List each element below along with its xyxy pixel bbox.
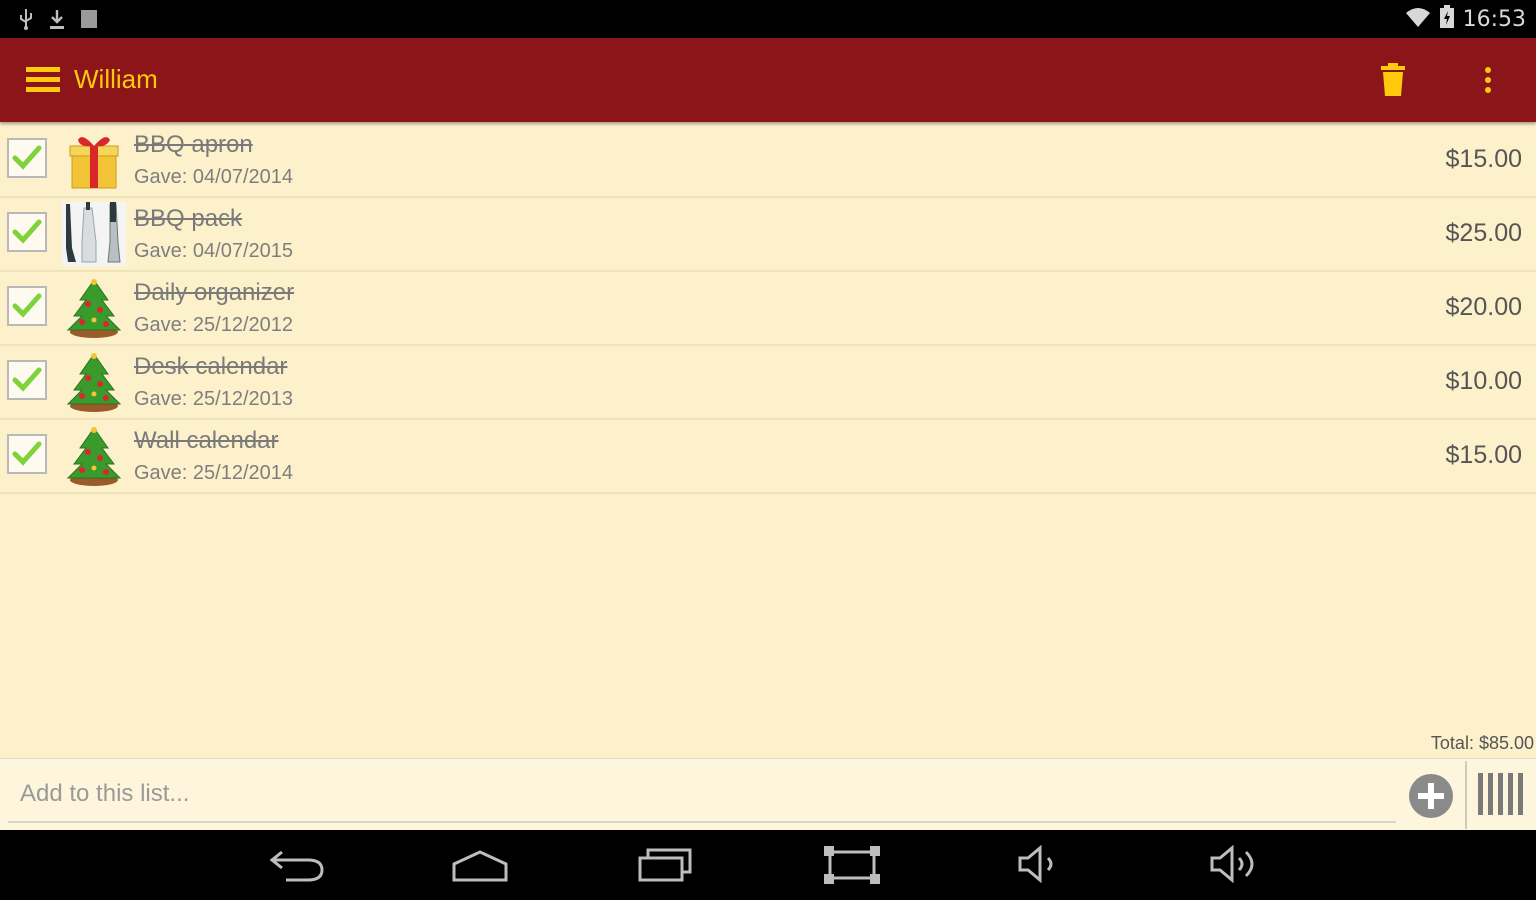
volume-up-icon[interactable] xyxy=(1206,844,1266,884)
battery-icon xyxy=(1439,5,1455,34)
back-icon[interactable] xyxy=(268,844,328,884)
recents-icon[interactable] xyxy=(636,844,696,884)
checkbox[interactable] xyxy=(7,138,47,178)
bbq-tools-photo xyxy=(62,202,126,266)
list-item[interactable]: BBQ apron Gave: 04/07/2014 $15.00 xyxy=(0,124,1536,198)
item-name: BBQ pack xyxy=(134,205,243,232)
app-bar: William xyxy=(0,38,1536,122)
item-name: Daily organizer xyxy=(134,279,295,306)
list-item[interactable]: Daily organizer Gave: 25/12/2012 $20.00 xyxy=(0,272,1536,346)
item-gave-date: Gave: 25/12/2012 xyxy=(134,314,294,336)
item-gave-date: Gave: 25/12/2013 xyxy=(134,388,294,410)
item-name: Desk calendar xyxy=(134,353,288,380)
usb-icon xyxy=(18,8,34,35)
checkbox[interactable] xyxy=(7,212,47,252)
home-icon[interactable] xyxy=(450,844,510,884)
page-title: William xyxy=(74,64,158,94)
item-price: $10.00 xyxy=(1445,367,1522,395)
trash-icon[interactable] xyxy=(1378,63,1408,97)
item-price: $15.00 xyxy=(1445,145,1522,173)
add-bar xyxy=(0,758,1536,831)
status-bar: 16:53 xyxy=(0,0,1536,38)
barcode-icon[interactable] xyxy=(1476,771,1528,817)
christmas-tree-icon xyxy=(62,350,126,414)
checkbox[interactable] xyxy=(7,434,47,474)
list-item[interactable]: BBQ pack Gave: 04/07/2015 $25.00 xyxy=(0,198,1536,272)
item-name: BBQ apron xyxy=(134,131,253,158)
item-price: $25.00 xyxy=(1445,219,1522,247)
christmas-tree-icon xyxy=(62,276,126,340)
checkbox[interactable] xyxy=(7,286,47,326)
gift-icon xyxy=(62,128,126,192)
item-gave-date: Gave: 04/07/2015 xyxy=(134,240,294,262)
add-circle-icon[interactable] xyxy=(1408,773,1454,819)
volume-down-icon[interactable] xyxy=(1012,844,1072,884)
list-item[interactable]: Desk calendar Gave: 25/12/2013 $10.00 xyxy=(0,346,1536,420)
clock: 16:53 xyxy=(1462,7,1526,32)
screenshot-icon[interactable] xyxy=(822,844,882,884)
notification-icon xyxy=(80,9,98,34)
menu-icon[interactable] xyxy=(26,67,60,93)
download-icon xyxy=(48,8,66,35)
item-gave-date: Gave: 04/07/2014 xyxy=(134,166,294,188)
add-item-input[interactable] xyxy=(8,767,1396,823)
list-total: Total: $85.00 xyxy=(1430,733,1534,753)
checkbox[interactable] xyxy=(7,360,47,400)
gift-list: BBQ apron Gave: 04/07/2014 $15.00 BBQ pa… xyxy=(0,124,1536,494)
more-vert-icon[interactable] xyxy=(1478,66,1498,96)
list-item[interactable]: Wall calendar Gave: 25/12/2014 $15.00 xyxy=(0,420,1536,494)
wifi-icon xyxy=(1405,6,1431,33)
christmas-tree-icon xyxy=(62,424,126,488)
system-nav-bar xyxy=(0,830,1536,900)
item-gave-date: Gave: 25/12/2014 xyxy=(134,462,294,484)
item-name: Wall calendar xyxy=(134,427,279,454)
divider xyxy=(1465,761,1467,829)
item-price: $20.00 xyxy=(1445,293,1522,321)
item-price: $15.00 xyxy=(1445,441,1522,469)
